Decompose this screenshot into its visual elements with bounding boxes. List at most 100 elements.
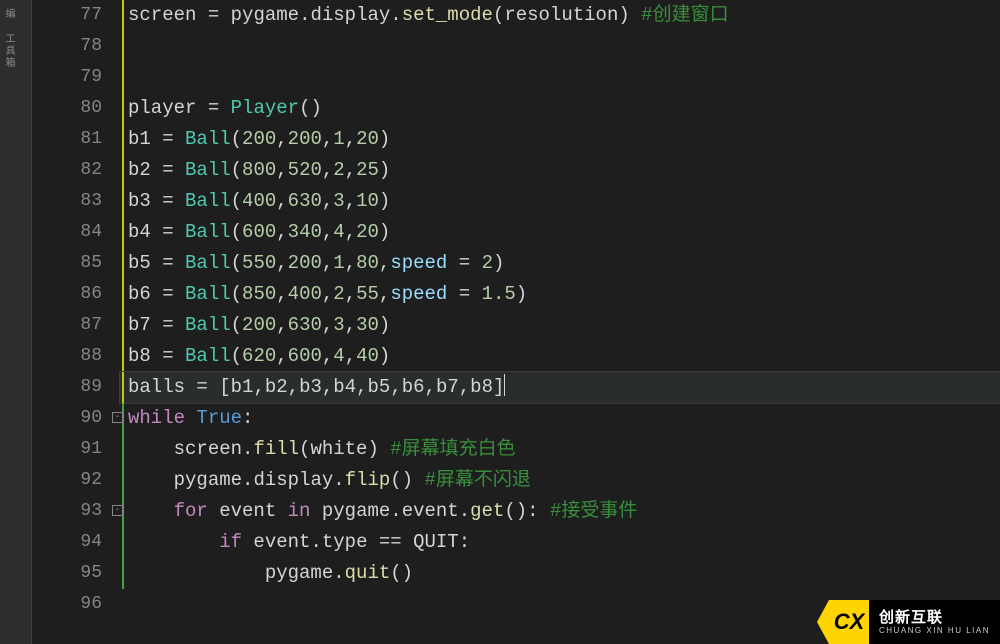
- token-num: 520: [288, 159, 322, 181]
- line-number[interactable]: 87: [32, 310, 102, 341]
- code-line[interactable]: - for event in pygame.event.get(): #接受事件: [120, 496, 1000, 527]
- line-number[interactable]: 86: [32, 279, 102, 310]
- token-op: ,: [253, 376, 264, 398]
- token-op: .: [299, 4, 310, 26]
- line-number[interactable]: 83: [32, 186, 102, 217]
- code-editor[interactable]: screen = pygame.display.set_mode(resolut…: [120, 0, 1000, 644]
- indent-guide: [122, 155, 124, 186]
- line-number[interactable]: 77: [32, 0, 102, 31]
- token-op: ): [493, 252, 504, 274]
- code-line[interactable]: b4 = Ball(600,340,4,20): [120, 217, 1000, 248]
- code-line[interactable]: screen = pygame.display.set_mode(resolut…: [120, 0, 1000, 31]
- code-line[interactable]: [120, 62, 1000, 93]
- token-kw: while: [128, 407, 185, 429]
- code-line[interactable]: player = Player(): [120, 93, 1000, 124]
- line-number[interactable]: 94: [32, 527, 102, 558]
- code-line[interactable]: b2 = Ball(800,520,2,25): [120, 155, 1000, 186]
- token-op: (: [231, 252, 242, 274]
- code-line[interactable]: b8 = Ball(620,600,4,40): [120, 341, 1000, 372]
- indent-guide: [122, 434, 124, 465]
- token-func: fill: [253, 438, 299, 460]
- fold-toggle-icon[interactable]: -: [112, 412, 123, 423]
- code-line[interactable]: b7 = Ball(200,630,3,30): [120, 310, 1000, 341]
- line-number[interactable]: 81: [32, 124, 102, 155]
- code-line[interactable]: b6 = Ball(850,400,2,55,speed = 1.5): [120, 279, 1000, 310]
- token-op: ,: [322, 376, 333, 398]
- code-line[interactable]: balls = [b1,b2,b3,b4,b5,b6,b7,b8]: [120, 372, 1000, 403]
- line-number[interactable]: 79: [32, 62, 102, 93]
- line-number[interactable]: 80: [32, 93, 102, 124]
- line-number[interactable]: 82: [32, 155, 102, 186]
- code-line[interactable]: b3 = Ball(400,630,3,10): [120, 186, 1000, 217]
- line-number[interactable]: 84: [32, 217, 102, 248]
- code-line[interactable]: b1 = Ball(200,200,1,20): [120, 124, 1000, 155]
- token-op: =: [208, 97, 231, 119]
- line-number[interactable]: 78: [32, 31, 102, 62]
- line-number[interactable]: 85: [32, 248, 102, 279]
- token-op: ,: [322, 128, 333, 150]
- token-num: 200: [288, 128, 322, 150]
- token-param: speed: [390, 252, 458, 274]
- token-num: 620: [242, 345, 276, 367]
- token-num: 2: [333, 283, 344, 305]
- watermark-primary: 创新互联: [879, 609, 990, 626]
- token-ident: [185, 407, 196, 429]
- token-comment: #创建窗口: [641, 4, 728, 26]
- line-number[interactable]: 90: [32, 403, 102, 434]
- line-number-gutter[interactable]: 7778798081828384858687888990919293949596: [32, 0, 120, 644]
- token-ident: b4: [333, 376, 356, 398]
- token-ident: event: [402, 500, 459, 522]
- token-ident: event: [208, 500, 288, 522]
- token-num: 800: [242, 159, 276, 181]
- token-ident: screen: [128, 438, 242, 460]
- token-ident: balls: [128, 376, 196, 398]
- code-line[interactable]: pygame.display.flip() #屏幕不闪退: [120, 465, 1000, 496]
- token-param: speed: [390, 283, 458, 305]
- fold-toggle-icon[interactable]: -: [112, 505, 123, 516]
- token-op: ]: [493, 376, 504, 398]
- token-op: (: [231, 190, 242, 212]
- line-number[interactable]: 89: [32, 372, 102, 403]
- indent-guide: [122, 93, 124, 124]
- line-number[interactable]: 96: [32, 589, 102, 620]
- token-op: ,: [345, 252, 356, 274]
- activity-bar[interactable]: 编 工具箱: [0, 0, 32, 644]
- token-num: 600: [288, 345, 322, 367]
- token-num: 200: [288, 252, 322, 274]
- token-ident: b7: [128, 314, 162, 336]
- line-number[interactable]: 93: [32, 496, 102, 527]
- token-class: Ball: [185, 128, 231, 150]
- token-ident: b4: [128, 221, 162, 243]
- token-ident: b3: [299, 376, 322, 398]
- line-number[interactable]: 88: [32, 341, 102, 372]
- line-number[interactable]: 91: [32, 434, 102, 465]
- code-line[interactable]: if event.type == QUIT:: [120, 527, 1000, 558]
- token-op: (): [299, 97, 322, 119]
- line-number[interactable]: 95: [32, 558, 102, 589]
- token-op: (): [390, 562, 413, 584]
- token-num: 1.5: [482, 283, 516, 305]
- token-op: .: [242, 469, 253, 491]
- token-num: 2: [333, 159, 344, 181]
- code-line[interactable]: pygame.quit(): [120, 558, 1000, 589]
- token-func: set_mode: [402, 4, 493, 26]
- token-ident: pygame: [231, 4, 299, 26]
- line-number[interactable]: 92: [32, 465, 102, 496]
- code-line[interactable]: -while True:: [120, 403, 1000, 434]
- token-num: 3: [333, 190, 344, 212]
- indent-guide: [122, 341, 124, 372]
- token-ident: resolution: [504, 4, 618, 26]
- token-op: ,: [276, 190, 287, 212]
- token-op: ,: [276, 221, 287, 243]
- code-line[interactable]: b5 = Ball(550,200,1,80,speed = 2): [120, 248, 1000, 279]
- token-ident: b1: [231, 376, 254, 398]
- token-num: 200: [242, 128, 276, 150]
- token-op: ,: [322, 252, 333, 274]
- code-line[interactable]: [120, 31, 1000, 62]
- token-class: Ball: [185, 159, 231, 181]
- token-ident: type: [322, 531, 379, 553]
- token-ident: event: [242, 531, 310, 553]
- token-num: 30: [356, 314, 379, 336]
- token-op: ): [367, 438, 390, 460]
- code-line[interactable]: screen.fill(white) #屏幕填充白色: [120, 434, 1000, 465]
